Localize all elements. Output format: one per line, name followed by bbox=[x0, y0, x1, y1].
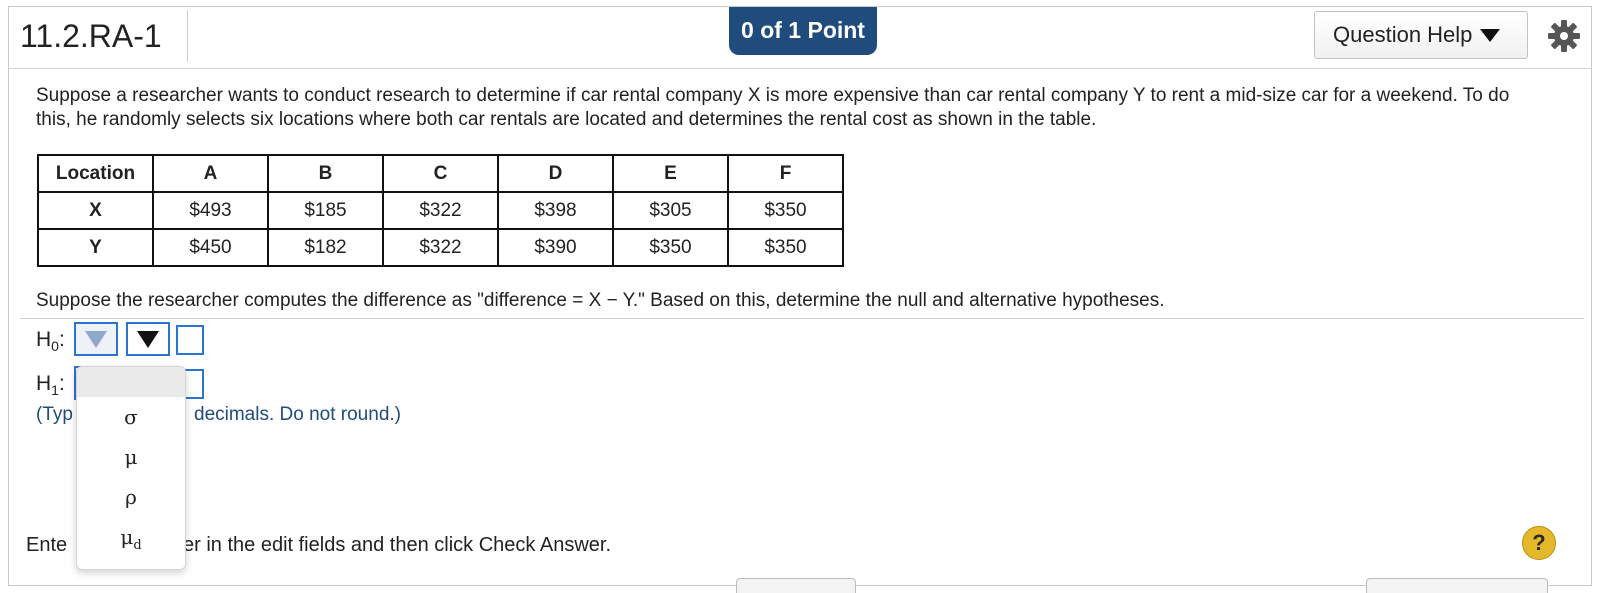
row-header: Y bbox=[37, 228, 154, 267]
table-cell: $322 bbox=[382, 191, 499, 230]
column-header: C bbox=[382, 154, 499, 193]
instruction-note-start: (Typ bbox=[36, 404, 73, 425]
h0-label: H0: bbox=[36, 328, 65, 354]
instruction-note-end: decimals. Do not round.) bbox=[194, 404, 401, 425]
column-header: A bbox=[152, 154, 269, 193]
table-row: X $493 $185 $322 $398 $305 $350 bbox=[37, 191, 844, 230]
bottom-button-stub[interactable] bbox=[1366, 578, 1548, 593]
instruction-note: (Typ decimals. Do not round.) bbox=[36, 404, 401, 426]
table-cell: $350 bbox=[612, 228, 729, 267]
title-divider bbox=[187, 10, 188, 62]
h0-parameter-select[interactable] bbox=[74, 322, 118, 356]
footer-instruction-start: Ente bbox=[26, 534, 68, 556]
h0-subscript: 0 bbox=[51, 338, 59, 355]
h0-relation-select[interactable] bbox=[126, 322, 170, 356]
h1-letter: H bbox=[36, 372, 52, 395]
question-help-button[interactable]: Question Help bbox=[1314, 11, 1528, 59]
caret-down-icon bbox=[1480, 28, 1501, 42]
dropdown-option-sigma[interactable]: σ bbox=[77, 397, 185, 437]
bottom-button-stub[interactable] bbox=[736, 578, 856, 593]
table-cell: $390 bbox=[497, 228, 614, 267]
table-header-row: Location A B C D E F bbox=[37, 154, 844, 193]
chevron-down-icon bbox=[137, 331, 159, 348]
section-divider bbox=[20, 318, 1584, 319]
question-id: 11.2.RA-1 bbox=[20, 18, 162, 54]
table-cell: $185 bbox=[267, 191, 384, 230]
h0-letter: H bbox=[36, 328, 52, 351]
gear-icon[interactable] bbox=[1546, 18, 1582, 54]
table-corner-cell: Location bbox=[37, 154, 154, 193]
table-cell: $182 bbox=[267, 228, 384, 267]
dropdown-option-rho[interactable]: ρ bbox=[77, 477, 185, 517]
hypothesis-prompt: Suppose the researcher computes the diff… bbox=[36, 290, 1165, 311]
column-header: E bbox=[612, 154, 729, 193]
row-header: X bbox=[37, 191, 154, 230]
dropdown-option-mu-d[interactable]: μd bbox=[77, 517, 185, 557]
option-symbol: ρ bbox=[125, 485, 137, 509]
h1-subscript: 1 bbox=[51, 382, 59, 399]
column-header: B bbox=[267, 154, 384, 193]
table-cell: $493 bbox=[152, 191, 269, 230]
footer-instruction-end: er in the edit fields and then click Che… bbox=[183, 534, 612, 556]
parameter-dropdown-menu: σ μ ρ μd bbox=[76, 366, 186, 570]
table-cell: $305 bbox=[612, 191, 729, 230]
table-cell: $350 bbox=[727, 228, 844, 267]
dropdown-option-blank[interactable] bbox=[77, 367, 185, 397]
question-help-label: Question Help bbox=[1333, 22, 1473, 47]
dropdown-option-mu[interactable]: μ bbox=[77, 437, 185, 477]
h0-colon: : bbox=[58, 328, 65, 351]
table-row: Y $450 $182 $322 $390 $350 $350 bbox=[37, 228, 844, 267]
chevron-down-icon bbox=[85, 331, 107, 348]
h1-colon: : bbox=[58, 372, 65, 395]
option-symbol: μ bbox=[120, 525, 134, 549]
rental-cost-table: Location A B C D E F X $493 $185 $322 $3… bbox=[37, 154, 844, 267]
option-subscript: d bbox=[133, 538, 142, 553]
help-icon[interactable]: ? bbox=[1522, 526, 1556, 560]
question-intro: Suppose a researcher wants to conduct re… bbox=[36, 85, 1510, 130]
h1-label: H1: bbox=[36, 372, 65, 398]
option-symbol: σ bbox=[124, 405, 138, 429]
column-header: F bbox=[727, 154, 844, 193]
footer-instruction: Ente er in the edit fields and then clic… bbox=[26, 534, 611, 557]
h0-value-input[interactable] bbox=[176, 325, 204, 355]
table-cell: $322 bbox=[382, 228, 499, 267]
table-cell: $350 bbox=[727, 191, 844, 230]
table-cell: $450 bbox=[152, 228, 269, 267]
table-cell: $398 bbox=[497, 191, 614, 230]
score-badge: 0 of 1 Point bbox=[729, 7, 877, 55]
option-symbol: μ bbox=[124, 445, 138, 469]
header-divider bbox=[8, 68, 1592, 69]
column-header: D bbox=[497, 154, 614, 193]
